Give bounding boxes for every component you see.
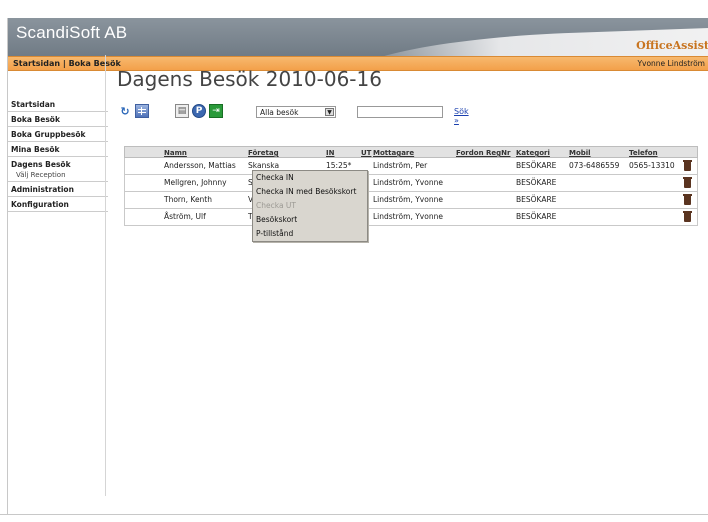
cell-mobil: 073-6486559 bbox=[569, 161, 620, 170]
column-header-namn[interactable]: Namn bbox=[164, 149, 187, 157]
sidebar-item-mina-besok[interactable]: Mina Besök bbox=[8, 142, 108, 157]
trash-icon[interactable] bbox=[683, 177, 692, 188]
visit-filter-select[interactable]: Alla besök ▼ bbox=[256, 106, 336, 118]
exit-icon[interactable]: ⇥ bbox=[209, 104, 223, 118]
column-header-foretag[interactable]: Företag bbox=[248, 149, 279, 157]
cell-mottagare: Lindström, Per bbox=[373, 161, 428, 170]
column-header-in[interactable]: IN bbox=[326, 149, 334, 157]
trash-icon[interactable] bbox=[683, 211, 692, 222]
cell-kategori: BESÖKARE bbox=[516, 178, 557, 187]
menu-item-checka-in-besokskort[interactable]: Checka IN med Besökskort bbox=[253, 185, 367, 199]
menu-item-besokskort[interactable]: Besökskort bbox=[253, 213, 367, 227]
company-logo: ScandiSoft AB bbox=[16, 23, 128, 42]
cell-kategori: BESÖKARE bbox=[516, 212, 557, 221]
cell-mottagare: Lindström, Yvonne bbox=[373, 178, 443, 187]
column-header-mobil[interactable]: Mobil bbox=[569, 149, 591, 157]
menu-item-checka-ut: Checka UT bbox=[256, 201, 296, 210]
table-row[interactable]: Mellgren, Johnny S Lindström, Yvonne BES… bbox=[124, 175, 698, 192]
cell-foretag[interactable]: Skanska bbox=[248, 161, 279, 170]
cell-in: 15:25* bbox=[326, 161, 352, 170]
footer-divider bbox=[0, 514, 708, 515]
header-banner: ScandiSoft AB OfficeAssist bbox=[8, 18, 708, 58]
cell-kategori: BESÖKARE bbox=[516, 161, 557, 170]
column-header-regnr[interactable]: Fordon RegNr bbox=[456, 149, 510, 157]
refresh-icon[interactable]: ↻ bbox=[118, 104, 132, 118]
sidebar-item-administration[interactable]: Administration bbox=[8, 182, 108, 197]
sidebar: Startsidan Boka Besök Boka Gruppbesök Mi… bbox=[8, 93, 108, 212]
sidebar-item-startsidan[interactable]: Startsidan bbox=[8, 97, 108, 112]
column-header-mottagare[interactable]: Mottagare bbox=[373, 149, 414, 157]
grid-icon[interactable] bbox=[135, 104, 149, 118]
sidebar-item-boka-besok[interactable]: Boka Besök bbox=[8, 112, 108, 127]
menu-item-checka-in[interactable]: Checka IN bbox=[253, 171, 367, 185]
search-button[interactable]: Sök » bbox=[454, 107, 469, 125]
current-user: Yvonne Lindström bbox=[637, 59, 705, 68]
sidebar-subitem-valj-reception[interactable]: Välj Reception bbox=[8, 168, 108, 182]
product-logo: OfficeAssist bbox=[636, 39, 708, 52]
table-row[interactable]: Andersson, Mattias Skanska 15:25* Lindst… bbox=[124, 158, 698, 175]
cell-mottagare: Lindström, Yvonne bbox=[373, 212, 443, 221]
sidebar-item-konfiguration[interactable]: Konfiguration bbox=[8, 197, 108, 212]
parking-icon[interactable]: P bbox=[192, 104, 206, 118]
sidebar-item-boka-gruppbesok[interactable]: Boka Gruppbesök bbox=[8, 127, 108, 142]
cell-namn: Mellgren, Johnny bbox=[164, 178, 227, 187]
context-menu: Checka IN Checka IN med Besökskort Check… bbox=[252, 170, 368, 242]
menu-item-p-tillstand[interactable]: P-tillstånd bbox=[253, 227, 367, 241]
chevron-down-icon[interactable]: ▼ bbox=[325, 108, 334, 116]
app-frame: ScandiSoft AB OfficeAssist Startsidan | … bbox=[7, 18, 708, 514]
trash-icon[interactable] bbox=[683, 194, 692, 205]
trash-icon[interactable] bbox=[683, 160, 692, 171]
table-row[interactable]: Thorn, Kenth V Lindström, Yvonne BESÖKAR… bbox=[124, 192, 698, 209]
column-header-kategori[interactable]: Kategori bbox=[516, 149, 550, 157]
page-title: Dagens Besök 2010-06-16 bbox=[117, 67, 382, 91]
table-header: Namn Företag IN UT Mottagare Fordon RegN… bbox=[124, 146, 698, 158]
cell-namn: Thorn, Kenth bbox=[164, 195, 213, 204]
cell-namn: Andersson, Mattias bbox=[164, 161, 236, 170]
search-input[interactable] bbox=[357, 106, 443, 118]
cell-namn: Åström, Ulf bbox=[164, 212, 206, 221]
cell-telefon: 0565-13310 bbox=[629, 161, 675, 170]
visits-table: Namn Företag IN UT Mottagare Fordon RegN… bbox=[124, 146, 698, 226]
visit-filter-value: Alla besök bbox=[260, 108, 299, 117]
column-header-telefon[interactable]: Telefon bbox=[629, 149, 658, 157]
cell-kategori: BESÖKARE bbox=[516, 195, 557, 204]
table-row[interactable]: Åström, Ulf T Lindström, Yvonne BESÖKARE bbox=[124, 209, 698, 226]
cell-mottagare: Lindström, Yvonne bbox=[373, 195, 443, 204]
sidebar-divider bbox=[105, 55, 106, 496]
print-icon[interactable]: ▤ bbox=[175, 104, 189, 118]
column-header-ut[interactable]: UT bbox=[361, 149, 371, 157]
